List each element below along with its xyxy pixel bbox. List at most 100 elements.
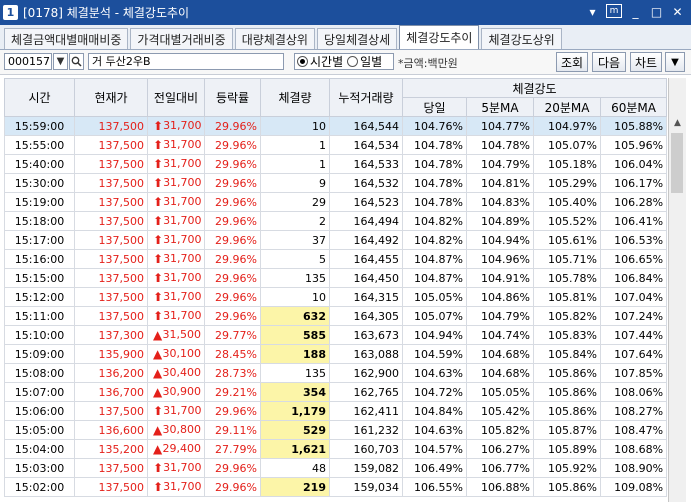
cell-time: 15:11:00: [4, 306, 75, 326]
table-row[interactable]: 15:30:00 137,500 ⬆ 31,700 29.96% 9 164,532 104.…: [4, 173, 668, 193]
cell-change: ⬆ 31,700: [147, 192, 205, 212]
cell-strength-ma20: 105.86%: [533, 477, 601, 497]
cell-cum-volume: 163,673: [329, 325, 403, 345]
upper-limit-arrow-icon: ⬆: [153, 157, 164, 171]
window-menu-button[interactable]: ▾: [585, 4, 600, 19]
cell-strength-ma20: 105.61%: [533, 230, 601, 250]
cell-strength-ma20: 104.97%: [533, 116, 601, 136]
cell-strength-ma5: 104.96%: [466, 249, 534, 269]
cell-change: ▲ 30,900: [147, 382, 205, 402]
table-row[interactable]: 15:40:00 137,500 ⬆ 31,700 29.96% 1 164,533 104.…: [4, 154, 668, 174]
table-row[interactable]: 15:02:00 137,500 ⬆ 31,700 29.96% 219 159,034 10…: [4, 477, 668, 497]
stock-code-input[interactable]: 000157: [4, 53, 52, 70]
cell-strength-ma5: 105.05%: [466, 382, 534, 402]
period-radio-group: 시간별 일별: [294, 53, 394, 70]
cell-cum-volume: 162,411: [329, 401, 403, 421]
table-row[interactable]: 15:10:00 137,300 ▲ 31,500 29.77% 585 163,673 10…: [4, 325, 668, 345]
cell-strength-ma5: 104.79%: [466, 154, 534, 174]
more-button[interactable]: ▼: [665, 52, 685, 72]
table-row[interactable]: 15:05:00 136,600 ▲ 30,800 29.11% 529 161,232 10…: [4, 420, 668, 440]
table-row[interactable]: 15:11:00 137,500 ⬆ 31,700 29.96% 632 164,305 10…: [4, 306, 668, 326]
search-button[interactable]: [69, 53, 84, 70]
cell-volume: 135: [260, 363, 330, 383]
scroll-thumb[interactable]: [671, 133, 683, 193]
upper-limit-arrow-icon: ⬆: [153, 252, 164, 266]
tab-daily-detail[interactable]: 당일체결상세: [316, 28, 398, 49]
table-row[interactable]: 15:16:00 137,500 ⬆ 31,700 29.96% 5 164,455 104.…: [4, 249, 668, 269]
cell-change-value: 31,700: [163, 461, 202, 474]
cell-change: ▲ 30,800: [147, 420, 205, 440]
cell-strength-ma20: 105.86%: [533, 363, 601, 383]
header-price[interactable]: 현재가: [74, 78, 148, 117]
header-time[interactable]: 시간: [4, 78, 75, 117]
table-row[interactable]: 15:06:00 137,500 ⬆ 31,700 29.96% 1,179 162,411…: [4, 401, 668, 421]
header-volume[interactable]: 체결량: [260, 78, 330, 117]
table-row[interactable]: 15:12:00 137,500 ⬆ 31,700 29.96% 10 164,315 105…: [4, 287, 668, 307]
cell-price: 137,300: [74, 325, 148, 345]
cell-strength-ma60: 106.84%: [599, 268, 668, 288]
tab-large-trades[interactable]: 대량체결상위: [234, 28, 315, 49]
cell-rate: 29.96%: [204, 211, 261, 231]
table-row[interactable]: 15:17:00 137,500 ⬆ 31,700 29.96% 37 164,492 104…: [4, 230, 668, 250]
cell-cum-volume: 159,082: [329, 458, 403, 478]
cell-rate: 29.96%: [204, 192, 261, 212]
header-ma20[interactable]: 20분MA: [533, 97, 601, 117]
cell-strength-today: 105.05%: [402, 287, 467, 307]
cell-strength-ma60: 108.27%: [599, 401, 668, 421]
query-button[interactable]: 조회: [556, 52, 588, 72]
table-row[interactable]: 15:55:00 137,500 ⬆ 31,700 29.96% 1 164,534 104.…: [4, 135, 668, 155]
minimize-button[interactable]: _: [628, 4, 643, 19]
table-row[interactable]: 15:04:00 135,200 ▲ 29,400 27.79% 1,621 160,703…: [4, 439, 668, 459]
cell-strength-ma20: 105.07%: [533, 135, 601, 155]
up-triangle-icon: ▲: [153, 442, 163, 456]
radio-day[interactable]: [347, 56, 359, 67]
cell-strength-ma60: 107.24%: [599, 306, 668, 326]
header-change[interactable]: 전일대비: [147, 78, 205, 117]
radio-time-label[interactable]: 시간별: [310, 53, 343, 70]
cell-strength-today: 104.82%: [402, 211, 467, 231]
window-number-badge[interactable]: 1: [3, 5, 18, 20]
table-row[interactable]: 15:08:00 136,200 ▲ 30,400 28.73% 135 162,900 10…: [4, 363, 668, 383]
close-button[interactable]: ✕: [670, 4, 685, 19]
upper-limit-arrow-icon: ⬆: [153, 290, 164, 304]
cell-strength-ma60: 106.28%: [599, 192, 668, 212]
cell-strength-ma20: 105.89%: [533, 439, 601, 459]
cell-strength-ma5: 106.88%: [466, 477, 534, 497]
cell-strength-ma60: 106.17%: [599, 173, 668, 193]
table-row[interactable]: 15:19:00 137,500 ⬆ 31,700 29.96% 29 164,523 104…: [4, 192, 668, 212]
scroll-up-icon[interactable]: ▲: [669, 114, 686, 131]
table-row[interactable]: 15:07:00 136,700 ▲ 30,900 29.21% 354 162,765 10…: [4, 382, 668, 402]
window-m-button[interactable]: m: [606, 4, 622, 18]
tab-strength-top[interactable]: 체결강도상위: [481, 28, 562, 49]
up-triangle-icon: ▲: [153, 347, 163, 361]
cell-strength-ma20: 105.78%: [533, 268, 601, 288]
vertical-scrollbar[interactable]: ▲: [668, 78, 686, 502]
table-row[interactable]: 15:59:00 137,500 ⬆ 31,700 29.96% 10 164,544 104…: [4, 116, 668, 136]
header-ma5[interactable]: 5분MA: [466, 97, 534, 117]
tab-amount-ratio[interactable]: 체결금액대별매매비중: [4, 28, 129, 49]
header-cum-volume[interactable]: 누적거래량: [329, 78, 403, 117]
cell-cum-volume: 164,315: [329, 287, 403, 307]
radio-time[interactable]: [297, 56, 308, 67]
cell-strength-ma60: 105.88%: [599, 116, 668, 136]
header-today[interactable]: 당일: [402, 97, 467, 117]
header-ma60[interactable]: 60분MA: [599, 97, 668, 117]
chart-button[interactable]: 차트: [630, 52, 662, 72]
stock-name-field[interactable]: 거 두산2우B: [88, 53, 284, 70]
cell-strength-ma20: 105.82%: [533, 306, 601, 326]
radio-day-label[interactable]: 일별: [360, 53, 382, 70]
tab-price-volume[interactable]: 가격대별거래비중: [130, 28, 233, 49]
table-row[interactable]: 15:15:00 137,500 ⬆ 31,700 29.96% 135 164,450 10…: [4, 268, 668, 288]
table-row[interactable]: 15:18:00 137,500 ⬆ 31,700 29.96% 2 164,494 104.…: [4, 211, 668, 231]
tab-strength-trend[interactable]: 체결강도추이: [399, 25, 480, 49]
maximize-button[interactable]: □: [649, 4, 664, 19]
cell-volume: 529: [260, 420, 330, 440]
cell-strength-ma5: 105.42%: [466, 401, 534, 421]
table-row[interactable]: 15:03:00 137,500 ⬆ 31,700 29.96% 48 159,082 106…: [4, 458, 668, 478]
next-button[interactable]: 다음: [592, 52, 626, 72]
header-rate[interactable]: 등락률: [204, 78, 261, 117]
table-row[interactable]: 15:09:00 135,900 ▲ 30,100 28.45% 188 163,088 10…: [4, 344, 668, 364]
cell-strength-ma5: 104.68%: [466, 344, 534, 364]
code-dropdown-button[interactable]: ▼: [53, 53, 68, 70]
cell-rate: 29.11%: [204, 420, 261, 440]
